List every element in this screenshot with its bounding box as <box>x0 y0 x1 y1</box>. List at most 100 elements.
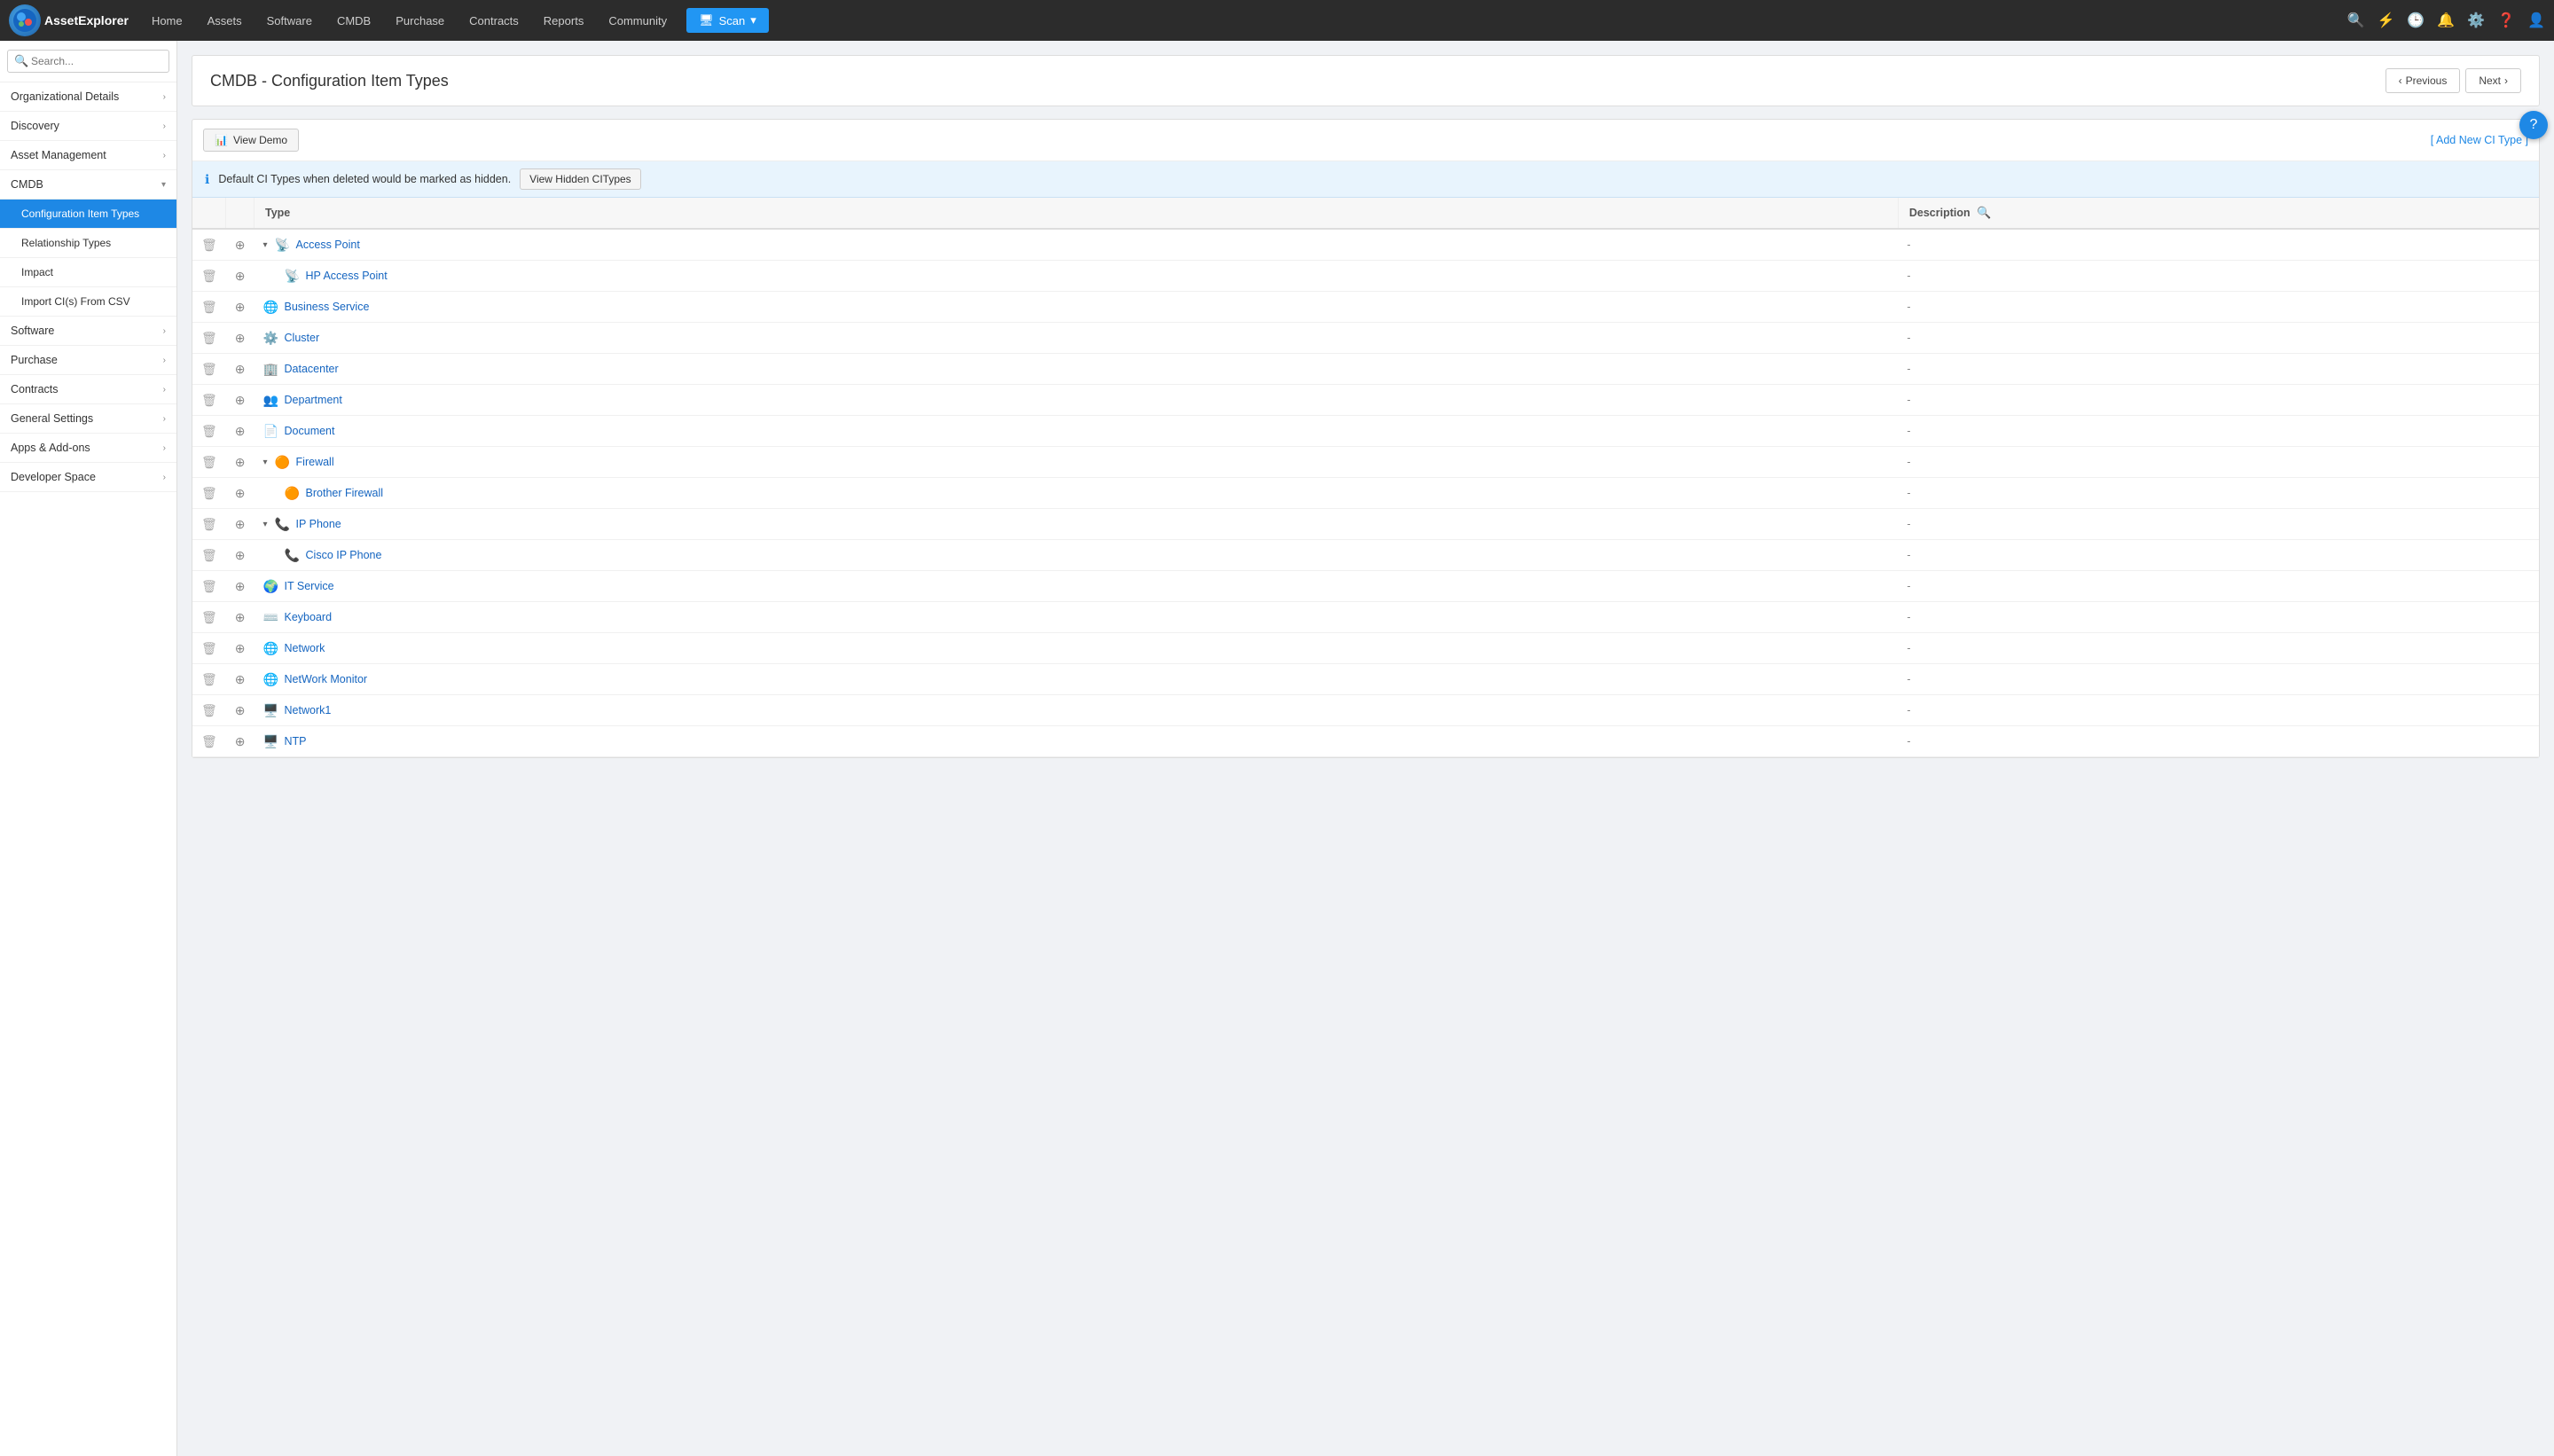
nav-home[interactable]: Home <box>141 9 193 33</box>
sidebar-item-import-ci[interactable]: Import CI(s) From CSV <box>0 287 176 317</box>
app-logo[interactable]: AssetExplorer <box>9 4 129 36</box>
type-icon: 📞 <box>285 547 301 563</box>
nav-reports[interactable]: Reports <box>533 9 595 33</box>
sidebar-item-org-details[interactable]: Organizational Details › <box>0 82 176 112</box>
nav-purchase[interactable]: Purchase <box>385 9 455 33</box>
sidebar-item-software[interactable]: Software › <box>0 317 176 346</box>
previous-button[interactable]: ‹ Previous <box>2386 68 2461 93</box>
type-name[interactable]: Network1 <box>285 704 332 716</box>
hierarchy-icon[interactable]: ⊕ <box>235 517 246 531</box>
hierarchy-icon[interactable]: ⊕ <box>235 300 246 314</box>
next-button[interactable]: Next › <box>2465 68 2521 93</box>
delete-icon[interactable]: 🗑 <box>201 331 217 345</box>
hierarchy-icon[interactable]: ⊕ <box>235 362 246 376</box>
nav-community[interactable]: Community <box>598 9 678 33</box>
add-new-ci-type-link[interactable]: [ Add New CI Type ] <box>2431 134 2528 146</box>
table-row: 🗑⊕ 📡 HP Access Point - <box>192 261 2539 292</box>
delete-icon[interactable]: 🗑 <box>201 641 217 655</box>
nav-cmdb[interactable]: CMDB <box>326 9 381 33</box>
help-bubble[interactable]: ? <box>2519 111 2548 139</box>
type-name[interactable]: IP Phone <box>296 518 341 530</box>
gear-icon[interactable]: ⚙️ <box>2467 12 2485 29</box>
delete-icon[interactable]: 🗑 <box>201 734 217 748</box>
view-demo-button[interactable]: 📊 View Demo <box>203 129 299 152</box>
sidebar-item-relationship-types[interactable]: Relationship Types <box>0 229 176 258</box>
nav-contracts[interactable]: Contracts <box>458 9 529 33</box>
search-icon[interactable]: 🔍 <box>2347 12 2365 29</box>
hierarchy-icon[interactable]: ⊕ <box>235 672 246 686</box>
hierarchy-icon[interactable]: ⊕ <box>235 424 246 438</box>
hierarchy-icon[interactable]: ⊕ <box>235 393 246 407</box>
delete-icon[interactable]: 🗑 <box>201 579 217 593</box>
type-name[interactable]: Cisco IP Phone <box>306 549 382 561</box>
type-name[interactable]: Access Point <box>296 239 360 251</box>
desc-search-icon[interactable]: 🔍 <box>1977 206 1991 219</box>
description-cell: - <box>1898 416 2539 447</box>
sidebar-item-developer-space[interactable]: Developer Space › <box>0 463 176 492</box>
hierarchy-icon[interactable]: ⊕ <box>235 610 246 624</box>
type-name[interactable]: Network <box>285 642 325 654</box>
type-name[interactable]: Business Service <box>285 301 370 313</box>
sidebar-item-general-settings[interactable]: General Settings › <box>0 404 176 434</box>
delete-icon[interactable]: 🗑 <box>201 455 217 469</box>
type-name[interactable]: NTP <box>285 735 307 748</box>
delete-icon[interactable]: 🗑 <box>201 703 217 717</box>
sidebar-item-purchase[interactable]: Purchase › <box>0 346 176 375</box>
search-input[interactable] <box>7 50 169 73</box>
type-name[interactable]: Keyboard <box>285 611 333 623</box>
collapse-arrow[interactable]: ▾ <box>263 458 268 467</box>
delete-icon[interactable]: 🗑 <box>201 362 217 376</box>
table-row: 🗑⊕ 🌐 Business Service - <box>192 292 2539 323</box>
sidebar-item-impact[interactable]: Impact <box>0 258 176 287</box>
delete-icon[interactable]: 🗑 <box>201 548 217 562</box>
hierarchy-icon[interactable]: ⊕ <box>235 548 246 562</box>
type-name[interactable]: Firewall <box>296 456 334 468</box>
hierarchy-icon[interactable]: ⊕ <box>235 641 246 655</box>
hierarchy-icon[interactable]: ⊕ <box>235 486 246 500</box>
hierarchy-icon[interactable]: ⊕ <box>235 734 246 748</box>
delete-icon[interactable]: 🗑 <box>201 269 217 283</box>
help-icon[interactable]: ❓ <box>2497 12 2515 29</box>
delete-icon[interactable]: 🗑 <box>201 672 217 686</box>
sidebar-item-cmdb[interactable]: CMDB ▾ <box>0 170 176 200</box>
hierarchy-icon[interactable]: ⊕ <box>235 703 246 717</box>
hierarchy-icon[interactable]: ⊕ <box>235 331 246 345</box>
collapse-arrow[interactable]: ▾ <box>263 240 268 250</box>
table-row: 🗑⊕ 👥 Department - <box>192 385 2539 416</box>
type-name[interactable]: Cluster <box>285 332 320 344</box>
type-name[interactable]: NetWork Monitor <box>285 673 368 685</box>
sidebar-item-apps-addons[interactable]: Apps & Add-ons › <box>0 434 176 463</box>
type-name[interactable]: Department <box>285 394 342 406</box>
bell-icon[interactable]: 🔔 <box>2437 12 2455 29</box>
delete-icon[interactable]: 🗑 <box>201 424 217 438</box>
hierarchy-icon[interactable]: ⊕ <box>235 579 246 593</box>
sidebar-item-config-item-types[interactable]: Configuration Item Types <box>0 200 176 229</box>
collapse-arrow[interactable]: ▾ <box>263 520 268 529</box>
nav-software[interactable]: Software <box>256 9 323 33</box>
page-navigation: ‹ Previous Next › <box>2386 68 2521 93</box>
delete-icon[interactable]: 🗑 <box>201 300 217 314</box>
type-name[interactable]: Brother Firewall <box>306 487 384 499</box>
sidebar-item-discovery[interactable]: Discovery › <box>0 112 176 141</box>
delete-icon[interactable]: 🗑 <box>201 517 217 531</box>
user-icon[interactable]: 👤 <box>2527 12 2545 29</box>
hierarchy-icon[interactable]: ⊕ <box>235 238 246 252</box>
sidebar-item-label: General Settings <box>11 412 93 425</box>
hierarchy-icon[interactable]: ⊕ <box>235 269 246 283</box>
delete-icon[interactable]: 🗑 <box>201 393 217 407</box>
type-name[interactable]: IT Service <box>285 580 334 592</box>
type-name[interactable]: Document <box>285 425 335 437</box>
delete-icon[interactable]: 🗑 <box>201 610 217 624</box>
sidebar-item-asset-mgmt[interactable]: Asset Management › <box>0 141 176 170</box>
type-name[interactable]: Datacenter <box>285 363 339 375</box>
delete-icon[interactable]: 🗑 <box>201 486 217 500</box>
delete-icon[interactable]: 🗑 <box>201 238 217 252</box>
history-icon[interactable]: 🕒 <box>2407 12 2425 29</box>
scan-button[interactable]: 🖥 Scan ▾ <box>686 8 769 33</box>
lightning-icon[interactable]: ⚡ <box>2377 12 2394 29</box>
sidebar-item-contracts[interactable]: Contracts › <box>0 375 176 404</box>
nav-assets[interactable]: Assets <box>197 9 253 33</box>
hierarchy-icon[interactable]: ⊕ <box>235 455 246 469</box>
type-name[interactable]: HP Access Point <box>306 270 388 282</box>
view-hidden-ci-types-button[interactable]: View Hidden CITypes <box>520 168 641 190</box>
